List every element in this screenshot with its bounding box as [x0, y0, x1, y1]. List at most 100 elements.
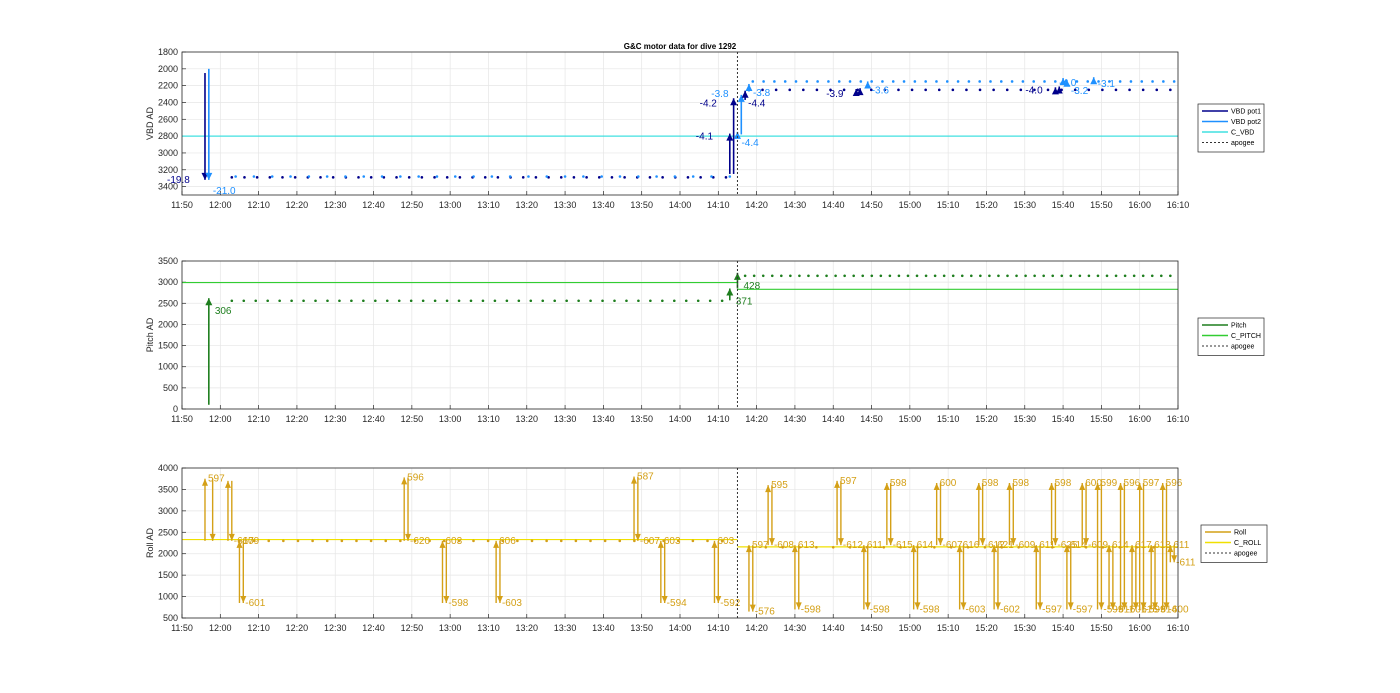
roll-label-low: -598 — [920, 604, 940, 615]
arrow-label: -3.6 — [872, 85, 890, 96]
x-tick-label: 14:30 — [784, 623, 807, 633]
data-point-pot1 — [937, 88, 941, 92]
data-point-pitch — [302, 299, 305, 303]
data-point-pot2 — [935, 80, 938, 83]
data-point-pot2 — [924, 80, 927, 83]
roll-label-low: -598 — [448, 598, 468, 609]
roll-label-low: -609 — [1015, 540, 1035, 551]
data-point-pitch — [816, 274, 819, 278]
data-point-pot2 — [751, 80, 755, 83]
data-point-pitch — [843, 274, 846, 278]
x-tick-label: 14:30 — [784, 200, 807, 210]
roll-label-low: -594 — [667, 598, 687, 609]
data-point-pitch — [374, 299, 377, 303]
roll-label-low: -612 — [843, 540, 863, 551]
y-axis-label: VBD AD — [145, 106, 155, 140]
data-point-pot2 — [989, 80, 992, 83]
x-tick-label: 11:50 — [171, 623, 193, 633]
roll-label-high: 609 — [242, 536, 259, 547]
data-point-pitch — [988, 274, 991, 278]
y-tick-label: 2600 — [158, 114, 178, 124]
data-point-roll — [282, 539, 285, 543]
x-tick-label: 13:40 — [592, 623, 615, 633]
arrow-label: -4.0 — [1025, 85, 1043, 96]
roll-label-low: -592 — [720, 598, 740, 609]
y-tick-label: 4000 — [158, 463, 178, 473]
x-tick-label: 11:50 — [171, 200, 193, 210]
roll-label-low: -576 — [755, 607, 775, 618]
data-point-pot1 — [293, 176, 297, 179]
x-tick-label: 12:10 — [247, 200, 270, 210]
y-tick-label: 500 — [163, 383, 178, 393]
x-tick-label: 12:00 — [209, 200, 232, 210]
data-point-pitch — [1078, 274, 1082, 278]
y-tick-label: 2800 — [158, 131, 178, 141]
roll-label-low: -609 — [1088, 540, 1108, 551]
data-point-pot2 — [490, 175, 494, 178]
data-point-pitch — [577, 299, 580, 303]
x-tick-label: 15:30 — [1014, 414, 1037, 424]
data-point-pitch — [314, 299, 317, 303]
data-point-pot1 — [1169, 88, 1172, 92]
data-point-pitch — [1015, 274, 1018, 278]
roll-label-high: 596 — [407, 472, 424, 483]
y-tick-label: 3200 — [158, 165, 178, 175]
data-point-pot2 — [582, 175, 585, 178]
data-point-pot2 — [710, 175, 713, 178]
data-point-pot2 — [307, 175, 311, 178]
legend-entry: apogee — [1234, 551, 1257, 558]
legend-entry: Pitch — [1231, 323, 1247, 330]
data-point-roll — [706, 539, 709, 543]
data-point-pot2 — [655, 175, 658, 178]
x-tick-label: 15:20 — [975, 200, 998, 210]
roll-label-high: 611 — [1039, 540, 1055, 551]
arrow-label: -3.2 — [1071, 86, 1089, 97]
data-point-pot1 — [357, 176, 360, 179]
data-point-pot2 — [527, 175, 530, 178]
data-point-pitch — [1123, 274, 1127, 278]
data-point-pot1 — [724, 176, 728, 179]
data-point-pot2 — [563, 175, 567, 178]
figure-title: G&C motor data for dive 1292 — [624, 42, 737, 51]
legend-entry: VBD pot2 — [1231, 119, 1261, 126]
data-point-roll — [882, 545, 886, 549]
data-point-pitch — [326, 299, 329, 303]
data-point-pitch — [1006, 274, 1009, 278]
x-tick-label: 13:40 — [592, 414, 615, 424]
data-point-pot1 — [661, 176, 664, 179]
data-point-pot1 — [1128, 88, 1131, 92]
data-point-pot2 — [902, 80, 906, 83]
x-tick-label: 12:10 — [247, 623, 270, 633]
x-tick-label: 15:10 — [937, 623, 960, 633]
arrow-label: -3.8 — [753, 88, 771, 99]
data-point-pitch — [469, 299, 473, 303]
x-tick-label: 15:50 — [1090, 414, 1113, 424]
x-tick-label: 13:00 — [439, 200, 462, 210]
data-point-pot1 — [610, 176, 614, 179]
x-tick-label: 14:10 — [707, 414, 730, 424]
data-point-pitch — [1033, 274, 1036, 278]
roll-label-high: 596 — [1166, 478, 1183, 489]
panel-vbd: 11:50 12:00 12:10 12:20 12:30 12:40 12:50 13:00… — [145, 47, 1265, 210]
data-point-pot1 — [559, 176, 563, 179]
data-point-pitch — [565, 299, 568, 303]
x-tick-label: 15:10 — [937, 414, 960, 424]
data-point-pot1 — [369, 176, 373, 179]
legend-entry: Roll — [1234, 530, 1247, 537]
figure: G&C motor data for dive 1292 11:50 12:00 1… — [145, 42, 1268, 633]
data-point-pitch — [1096, 274, 1100, 278]
roll-label-low: -611 — [1176, 557, 1196, 568]
y-tick-label: 3500 — [158, 256, 178, 266]
data-point-pot1 — [433, 176, 436, 179]
x-tick-label: 13:20 — [516, 414, 539, 424]
roll-label-low: -603 — [965, 604, 985, 615]
data-point-pitch — [906, 274, 910, 278]
data-point-pot1 — [774, 88, 778, 92]
data-point-pitch — [661, 299, 664, 303]
x-tick-label: 14:10 — [707, 200, 730, 210]
roll-label-low: -598 — [870, 604, 890, 615]
data-point-pitch — [290, 299, 293, 303]
data-point-pitch — [649, 299, 652, 303]
data-point-pitch — [888, 274, 892, 278]
roll-label-high: 614 — [917, 540, 934, 551]
